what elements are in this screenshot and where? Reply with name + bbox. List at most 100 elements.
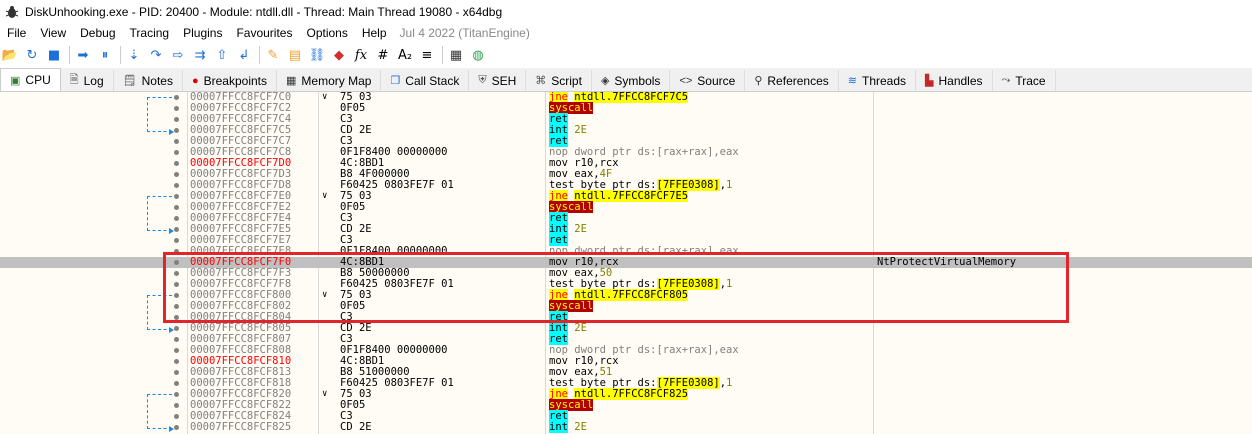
breakpoint-dot[interactable]: [174, 326, 179, 331]
globe-icon[interactable]: ◍: [468, 45, 488, 65]
disasm-row[interactable]: 00007FFCC8FCF808 0F1F8400 00000000 nop dwo…: [0, 345, 1252, 356]
disasm-row[interactable]: 00007FFCC8FCF7C8 0F1F8400 00000000 nop dwo…: [0, 147, 1252, 158]
tab-notes[interactable]: 🗒 Notes: [114, 70, 183, 91]
tab-threads[interactable]: ≋ Threads: [839, 70, 917, 91]
threads-icon: ≋: [847, 75, 857, 87]
tab-memory-map[interactable]: ▦ Memory Map: [277, 70, 382, 91]
breakpoint-dot[interactable]: [174, 194, 179, 199]
note-icon[interactable]: ▤: [285, 45, 305, 65]
tab-script[interactable]: ⌘ Script: [526, 70, 592, 91]
disasm-row[interactable]: 00007FFCC8FCF7E5 CD 2E int 2E: [0, 223, 1252, 235]
breakpoint-dot[interactable]: [174, 348, 179, 353]
tab-source[interactable]: <> Source: [670, 70, 746, 91]
breakpoint-dot[interactable]: [174, 183, 179, 188]
menu-view[interactable]: View: [33, 26, 73, 40]
tag-icon[interactable]: ◆: [329, 45, 349, 65]
menu-plugins[interactable]: Plugins: [176, 26, 229, 40]
jump-arrow-icon: ∨: [322, 191, 328, 201]
breakpoint-dot[interactable]: [174, 403, 179, 408]
menu-tracing[interactable]: Tracing: [123, 26, 177, 40]
disasm-row[interactable]: 00007FFCC8FCF810 4C:8BD1 mov r10,rcx: [0, 356, 1252, 367]
jump-arrow-icon: ∨: [322, 389, 328, 399]
source-icon: <>: [679, 74, 693, 87]
list-icon[interactable]: ≡: [417, 45, 437, 65]
breakpoint-dot[interactable]: [174, 106, 179, 111]
breakpoint-dot[interactable]: [174, 370, 179, 375]
disasm-row[interactable]: 00007FFCC8FCF7E2 0F05 syscall: [0, 201, 1252, 213]
breakpoint-dot[interactable]: [174, 337, 179, 342]
step-into-icon[interactable]: ⇣: [124, 45, 144, 65]
menu-options[interactable]: Options: [299, 26, 354, 40]
run-icon[interactable]: ➡: [73, 45, 93, 65]
menu-file[interactable]: File: [0, 26, 33, 40]
breakpoint-dot[interactable]: [174, 425, 179, 430]
tab-cpu[interactable]: ▣ CPU: [0, 68, 61, 91]
tab-references[interactable]: ⚲ References: [745, 70, 839, 91]
trace-icon: ⤳: [1001, 74, 1011, 86]
disasm-row[interactable]: 00007FFCC8FCF805 CD 2E int 2E: [0, 322, 1252, 334]
breakpoint-dot[interactable]: [174, 139, 179, 144]
tab-bar: ▣ CPU 🗎 Log 🗒 Notes ● Breakpoints ▦ Memory Map ❐ Ca…: [0, 68, 1252, 92]
breakpoint-dot[interactable]: [174, 238, 179, 243]
breakpoint-dot[interactable]: [174, 381, 179, 386]
pause-icon[interactable]: ⏸: [95, 45, 115, 65]
disasm-row[interactable]: 00007FFCC8FCF7E4 C3 ret: [0, 212, 1252, 224]
disasm-row[interactable]: 00007FFCC8FCF7C2 0F05 syscall: [0, 102, 1252, 114]
tab-call-stack[interactable]: ❐ Call Stack: [381, 70, 470, 91]
disasm-row[interactable]: 00007FFCC8FCF7E0 ∨ 75 03 jne ntdll.7FFCC8FC…: [0, 190, 1252, 202]
tab-trace[interactable]: ⤳ Trace: [993, 70, 1056, 91]
disasm-row[interactable]: 00007FFCC8FCF820 ∨ 75 03 jne ntdll.7FFCC8FC…: [0, 388, 1252, 400]
tab-log[interactable]: 🗎 Log: [61, 70, 114, 91]
run-to-user-icon[interactable]: ⇧: [212, 45, 232, 65]
seh-icon: ⛨: [478, 74, 487, 86]
disasm-row[interactable]: 00007FFCC8FCF7C0 ∨ 75 03 jne ntdll.7FFCC8FC…: [0, 92, 1252, 103]
disasm-row[interactable]: 00007FFCC8FCF7D0 4C:8BD1 mov r10,rcx: [0, 158, 1252, 169]
open-icon[interactable]: 📂: [0, 45, 20, 65]
font-icon[interactable]: A₂: [395, 45, 415, 65]
instruction-text: ret: [549, 234, 568, 246]
breakpoint-dot[interactable]: [174, 172, 179, 177]
symbols-icon: ◈: [600, 75, 610, 87]
tab-breakpoints[interactable]: ● Breakpoints: [183, 70, 277, 91]
breakpoint-dot[interactable]: [174, 117, 179, 122]
breakpoint-dot[interactable]: [174, 161, 179, 166]
pen-icon[interactable]: ✎: [263, 45, 283, 65]
breakpoint-dot[interactable]: [174, 128, 179, 133]
breakpoint-dot[interactable]: [174, 150, 179, 155]
menu-debug[interactable]: Debug: [73, 26, 122, 40]
tab-symbols[interactable]: ◈ Symbols: [592, 70, 671, 91]
function-icon[interactable]: fx: [351, 45, 371, 65]
menu-help[interactable]: Help: [355, 26, 394, 40]
menu-favourites[interactable]: Favourites: [229, 26, 299, 40]
breakpoint-dot[interactable]: [174, 359, 179, 364]
disasm-row[interactable]: 00007FFCC8FCF824 C3 ret: [0, 410, 1252, 422]
toolbar: 📂 ↻ ■ ➡ ⏸ ⇣ ↷ ⇨ ⇉ ⇧ ↲ ✎ ▤ ⛓ ◆ fx # A₂ ≡ ▦ ◍: [0, 43, 1252, 67]
disasm-row[interactable]: 00007FFCC8FCF822 0F05 syscall: [0, 399, 1252, 411]
breakpoint-dot[interactable]: [174, 414, 179, 419]
notes-icon: 🗒: [122, 75, 137, 87]
breakpoint-dot[interactable]: [174, 227, 179, 232]
breakpoint-dot[interactable]: [174, 95, 179, 100]
instruction-text: int 2E: [549, 421, 587, 433]
trace-over-icon[interactable]: ⇉: [190, 45, 210, 65]
trace-into-icon[interactable]: ⇨: [168, 45, 188, 65]
tab-label: CPU: [25, 73, 51, 87]
breakpoint-icon: ●: [191, 74, 199, 87]
tab-seh[interactable]: ⛨ SEH: [469, 70, 527, 91]
tab-handles[interactable]: ▙ Handles: [916, 70, 993, 91]
calculator-icon[interactable]: ▦: [446, 45, 466, 65]
execute-till-return-icon[interactable]: ↲: [234, 45, 254, 65]
disasm-row[interactable]: 00007FFCC8FCF825 CD 2E int 2E: [0, 421, 1252, 433]
disasm-row[interactable]: 00007FFCC8FCF7C4 C3 ret: [0, 113, 1252, 125]
breakpoint-dot[interactable]: [174, 205, 179, 210]
hash-icon[interactable]: #: [373, 45, 393, 65]
disasm-row[interactable]: 00007FFCC8FCF7E7 C3 ret: [0, 234, 1252, 246]
link-icon[interactable]: ⛓: [307, 45, 327, 65]
disasm-row[interactable]: 00007FFCC8FCF7C5 CD 2E int 2E: [0, 124, 1252, 136]
step-over-icon[interactable]: ↷: [146, 45, 166, 65]
breakpoint-dot[interactable]: [174, 216, 179, 221]
restart-icon[interactable]: ↻: [22, 45, 42, 65]
highlight-annotation-box: [163, 252, 1069, 323]
stop-icon[interactable]: ■: [44, 45, 64, 65]
breakpoint-dot[interactable]: [174, 392, 179, 397]
